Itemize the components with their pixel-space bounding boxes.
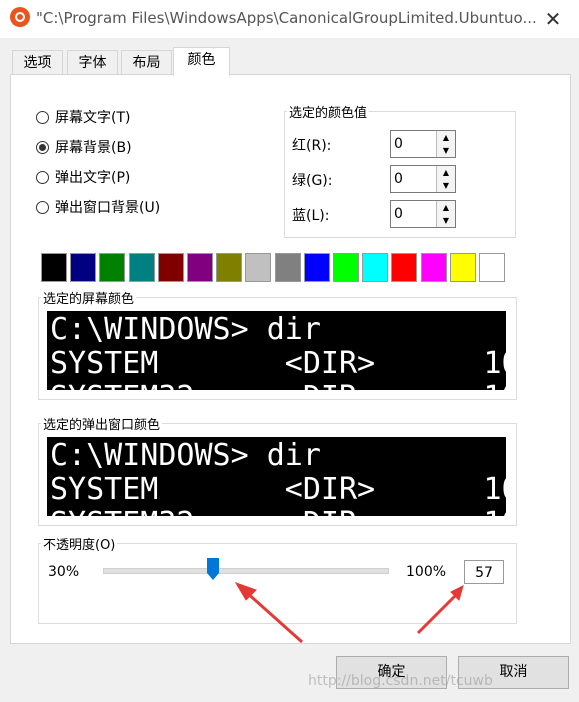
screen-color-legend: 选定的屏幕颜色 [43, 292, 135, 307]
radio-screen-background[interactable]: 屏幕背景(B) [36, 137, 132, 157]
spin-up-icon[interactable]: ▲ [437, 131, 455, 145]
opacity-min-label: 30% [48, 564, 80, 580]
green-label: 绿(G): [292, 173, 333, 189]
spin-down-icon[interactable]: ▼ [437, 179, 455, 192]
window-title: "C:\Program Files\WindowsApps\CanonicalG… [36, 9, 536, 27]
blue-value[interactable]: 0 [394, 206, 403, 222]
green-row: 绿(G): 0 ▲ ▼ [292, 165, 462, 193]
opacity-slider-track[interactable] [103, 568, 389, 574]
radio-screen-text[interactable]: 屏幕文字(T) [36, 107, 130, 127]
color-swatch[interactable] [41, 253, 67, 282]
green-spinbox[interactable]: 0 ▲ ▼ [390, 165, 456, 193]
blue-label: 蓝(L): [292, 208, 330, 224]
close-button[interactable]: ✕ [538, 6, 568, 32]
radio-button[interactable] [36, 110, 49, 124]
radio-popup-background[interactable]: 弹出窗口背景(U) [36, 197, 160, 217]
blue-spinbox[interactable]: 0 ▲ ▼ [390, 200, 456, 228]
red-label: 红(R): [292, 138, 332, 154]
radio-label: 弹出文字(P) [55, 170, 131, 186]
opacity-slider-thumb[interactable] [206, 558, 219, 580]
preview-line: SYSTEM32 <DIR> 10-01-99 [50, 507, 506, 517]
red-spinbox[interactable]: 0 ▲ ▼ [390, 130, 456, 158]
color-swatch[interactable] [479, 253, 505, 282]
radio-button[interactable] [36, 200, 49, 214]
preview-line: SYSTEM <DIR> 10-01-99 [50, 346, 506, 381]
title-bar: "C:\Program Files\WindowsApps\CanonicalG… [0, 0, 579, 38]
color-values-legend: 选定的颜色值 [289, 106, 368, 121]
color-swatch[interactable] [187, 253, 213, 282]
color-swatch[interactable] [274, 253, 301, 282]
blue-row: 蓝(L): 0 ▲ ▼ [292, 200, 462, 228]
radio-button[interactable] [36, 170, 49, 184]
color-swatch[interactable] [420, 253, 447, 282]
spin-up-icon[interactable]: ▲ [437, 201, 455, 215]
opacity-value-field[interactable]: 57 [464, 560, 504, 584]
tab-options[interactable]: 选项 [12, 50, 63, 76]
color-swatch[interactable] [333, 253, 359, 282]
color-swatch[interactable] [128, 253, 155, 282]
color-swatch[interactable] [362, 253, 389, 282]
ok-button[interactable]: 确定 [336, 656, 447, 689]
spin-down-icon[interactable]: ▼ [437, 144, 455, 157]
tab-font[interactable]: 字体 [67, 50, 118, 76]
screen-preview: C:\WINDOWS> dir SYSTEM <DIR> 10-01-99 SY… [47, 311, 506, 390]
radio-popup-text[interactable]: 弹出文字(P) [36, 167, 130, 187]
color-swatch[interactable] [216, 253, 243, 282]
tab-colors[interactable]: 颜色 [173, 47, 230, 76]
color-swatch[interactable] [99, 253, 126, 282]
preview-line: SYSTEM32 <DIR> 10-01-99 [50, 381, 506, 391]
color-swatch[interactable] [391, 253, 418, 282]
radio-label: 弹出窗口背景(U) [55, 200, 161, 216]
spin-down-icon[interactable]: ▼ [437, 214, 455, 227]
green-value[interactable]: 0 [394, 171, 403, 187]
preview-line: C:\WINDOWS> dir [50, 438, 321, 473]
popup-color-legend: 选定的弹出窗口颜色 [43, 418, 161, 433]
color-swatch[interactable] [303, 253, 330, 282]
opacity-max-label: 100% [406, 564, 447, 580]
red-value[interactable]: 0 [394, 136, 403, 152]
opacity-legend: 不透明度(O) [43, 538, 116, 553]
color-swatch[interactable] [449, 253, 476, 282]
preview-line: C:\WINDOWS> dir [50, 312, 321, 347]
ubuntu-icon [10, 7, 30, 27]
color-swatch[interactable] [245, 253, 272, 282]
color-swatch[interactable] [157, 253, 184, 282]
preview-line: SYSTEM <DIR> 10-01-99 [50, 472, 506, 507]
cancel-button[interactable]: 取消 [458, 656, 569, 689]
popup-preview: C:\WINDOWS> dir SYSTEM <DIR> 10-01-99 SY… [47, 437, 506, 516]
radio-label: 屏幕文字(T) [55, 110, 131, 126]
red-row: 红(R): 0 ▲ ▼ [292, 130, 462, 158]
spin-up-icon[interactable]: ▲ [437, 166, 455, 180]
radio-label: 屏幕背景(B) [55, 140, 132, 156]
color-swatch[interactable] [70, 253, 97, 282]
radio-button[interactable] [36, 140, 49, 154]
tab-layout[interactable]: 布局 [121, 50, 172, 76]
